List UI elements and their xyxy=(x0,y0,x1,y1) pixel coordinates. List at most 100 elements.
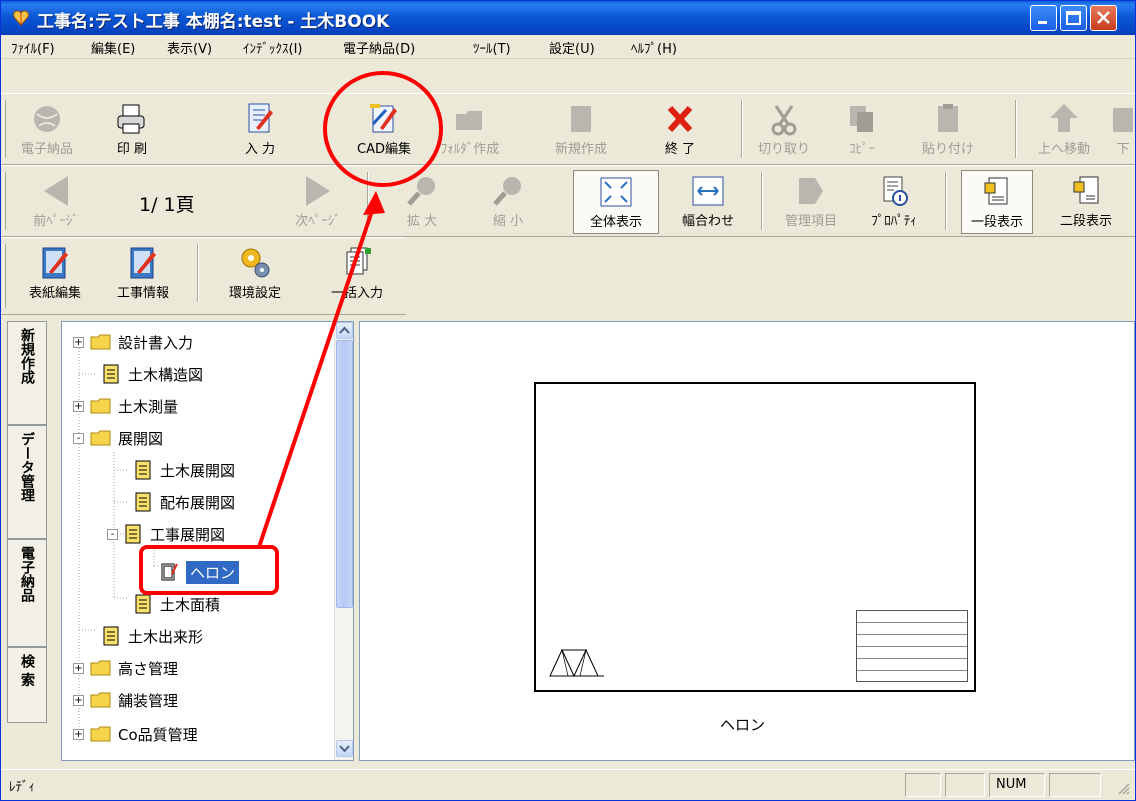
input-icon xyxy=(248,103,273,133)
double-page-icon xyxy=(1073,176,1099,204)
menu-edit[interactable]: 編集(E) xyxy=(91,38,135,57)
toolbar-separator xyxy=(741,100,743,158)
project-info-button[interactable]: 工事情報 xyxy=(101,242,185,306)
title-bar[interactable]: 工事名:テスト工事 本棚名:test - 土木BOOK xyxy=(1,1,1135,35)
cut-button[interactable]: 切り取り xyxy=(753,98,815,162)
fit-width-button[interactable]: 幅合わせ xyxy=(667,170,749,234)
tree-item[interactable]: + 設計書入力 xyxy=(73,327,193,357)
scissors-icon xyxy=(771,105,797,136)
tree-item[interactable]: + Co品質管理 xyxy=(73,719,198,749)
truss-drawing xyxy=(549,648,604,678)
double-column-button[interactable]: 二段表示 xyxy=(1041,170,1131,234)
close-icon xyxy=(1097,11,1110,24)
new-create-button[interactable]: 新規作成 xyxy=(539,98,623,162)
tab-new-create[interactable]: 新規作成 xyxy=(7,321,47,425)
tree-item[interactable]: + 舗装管理 xyxy=(73,685,178,715)
tree-item[interactable]: 土木構造図 xyxy=(102,359,203,389)
document-icon xyxy=(135,594,151,614)
open-folder-icon xyxy=(90,430,111,446)
maximize-icon xyxy=(1066,11,1081,25)
paste-button[interactable]: 貼り付け xyxy=(907,98,989,162)
menu-tools[interactable]: ﾂｰﾙ(T) xyxy=(473,38,511,57)
tree-item[interactable]: 土木出来形 xyxy=(102,621,203,651)
menu-file[interactable]: ﾌｧｲﾙ(F) xyxy=(11,38,55,57)
scroll-down-button[interactable] xyxy=(336,740,353,757)
project-info-icon xyxy=(130,247,156,279)
status-text: ﾚﾃﾞｨ xyxy=(9,780,35,795)
properties-icon xyxy=(883,176,908,206)
num-lock-indicator: NUM xyxy=(989,773,1045,797)
tree-item[interactable]: 土木展開図 xyxy=(134,455,235,485)
tree-item[interactable]: + 高さ管理 xyxy=(73,653,178,683)
batch-input-icon xyxy=(346,247,371,275)
folder-tree[interactable]: + 設計書入力 土木構造図 + 土木測量 - 展開図 土木展開図 配布展開図 - xyxy=(61,321,354,761)
folder-icon xyxy=(90,398,111,414)
toolbar-grip[interactable] xyxy=(3,100,6,158)
menu-help[interactable]: ﾍﾙﾌﾟ(H) xyxy=(631,38,677,57)
minimize-button[interactable] xyxy=(1030,5,1057,31)
print-button[interactable]: 印 刷 xyxy=(101,98,163,162)
menu-settings[interactable]: 設定(U) xyxy=(549,38,595,57)
menu-electronic-delivery[interactable]: 電子納品(D) xyxy=(343,38,415,57)
manage-items-button[interactable]: 管理項目 xyxy=(771,170,851,234)
maximize-button[interactable] xyxy=(1060,5,1087,31)
copy-icon xyxy=(850,106,873,132)
menu-view[interactable]: 表示(V) xyxy=(167,38,212,57)
document-icon xyxy=(103,626,119,646)
exit-button[interactable]: 終 了 xyxy=(651,98,709,162)
move-down-button[interactable]: 下 xyxy=(1113,98,1133,162)
scroll-thumb[interactable] xyxy=(336,340,353,608)
electronic-delivery-button[interactable]: 電子納品 xyxy=(13,98,81,162)
zoom-in-button[interactable]: 拡 大 xyxy=(393,170,451,234)
drawing-sheet[interactable] xyxy=(534,382,976,692)
next-page-button[interactable]: 次ﾍﾟｰｼﾞ xyxy=(281,170,355,234)
collapse-icon[interactable]: - xyxy=(107,528,118,540)
collapse-icon[interactable]: - xyxy=(73,432,84,444)
folder-create-button[interactable]: ﾌｫﾙﾀﾞ作成 xyxy=(431,98,509,162)
printer-icon xyxy=(117,104,145,134)
tab-search[interactable]: 検 索 xyxy=(7,647,47,723)
tree-item[interactable]: - 工事展開図 xyxy=(107,519,225,549)
preview-pane[interactable]: ヘロン xyxy=(359,321,1135,761)
properties-button[interactable]: ﾌﾟﾛﾊﾟﾃｨ xyxy=(857,170,931,234)
status-pane xyxy=(1049,773,1101,797)
expand-icon[interactable]: + xyxy=(73,400,84,412)
close-button[interactable] xyxy=(1090,5,1117,31)
move-up-button[interactable]: 上へ移動 xyxy=(1025,98,1103,162)
cover-edit-button[interactable]: 表紙編集 xyxy=(13,242,97,306)
scroll-up-button[interactable] xyxy=(336,322,353,339)
tree-item-selected[interactable]: ヘロン xyxy=(160,557,240,587)
document-icon xyxy=(125,524,141,544)
expand-icon[interactable]: + xyxy=(73,336,84,348)
toolbar-grip[interactable] xyxy=(3,244,6,308)
expand-icon[interactable]: + xyxy=(73,694,84,706)
resize-grip-icon[interactable] xyxy=(1115,780,1131,796)
tab-data-management[interactable]: データ管理 xyxy=(7,425,47,539)
expand-icon[interactable]: + xyxy=(73,728,84,740)
tree-item[interactable]: + 土木測量 xyxy=(73,391,178,421)
zoom-out-button[interactable]: 縮 小 xyxy=(479,170,537,234)
tree-item[interactable]: 配布展開図 xyxy=(134,487,235,517)
input-button[interactable]: 入 力 xyxy=(229,98,291,162)
copy-button[interactable]: ｺﾋﾟｰ xyxy=(837,98,887,162)
down-arrow-icon xyxy=(1113,108,1133,132)
tree-item[interactable]: - 展開図 xyxy=(73,423,163,453)
toolbar-grip[interactable] xyxy=(3,172,6,230)
environment-settings-button[interactable]: 環境設定 xyxy=(205,242,305,306)
arrow-doc-icon xyxy=(799,178,823,204)
drawing-title-block xyxy=(856,610,968,682)
menu-index[interactable]: ｲﾝﾃﾞｯｸｽ(I) xyxy=(243,38,302,57)
tab-electronic-delivery[interactable]: 電子納品 xyxy=(7,539,47,647)
tree-item[interactable]: 土木面積 xyxy=(134,589,220,619)
magnifier-zoom-out-icon xyxy=(493,177,521,206)
prev-page-button[interactable]: 前ﾍﾟｰｼﾞ xyxy=(19,170,93,234)
single-column-button[interactable]: 一段表示 xyxy=(961,170,1033,234)
magnifier-zoom-in-icon xyxy=(407,177,435,206)
batch-input-button[interactable]: 一括入力 xyxy=(315,242,399,306)
cad-edit-button[interactable]: CAD編集 xyxy=(331,98,437,162)
menu-bar: ﾌｧｲﾙ(F) 編集(E) 表示(V) ｲﾝﾃﾞｯｸｽ(I) 電子納品(D) ﾂ… xyxy=(1,35,1135,59)
tree-scrollbar[interactable] xyxy=(334,322,353,760)
close-x-icon xyxy=(667,105,693,133)
fit-all-button[interactable]: 全体表示 xyxy=(573,170,659,234)
expand-icon[interactable]: + xyxy=(73,662,84,674)
